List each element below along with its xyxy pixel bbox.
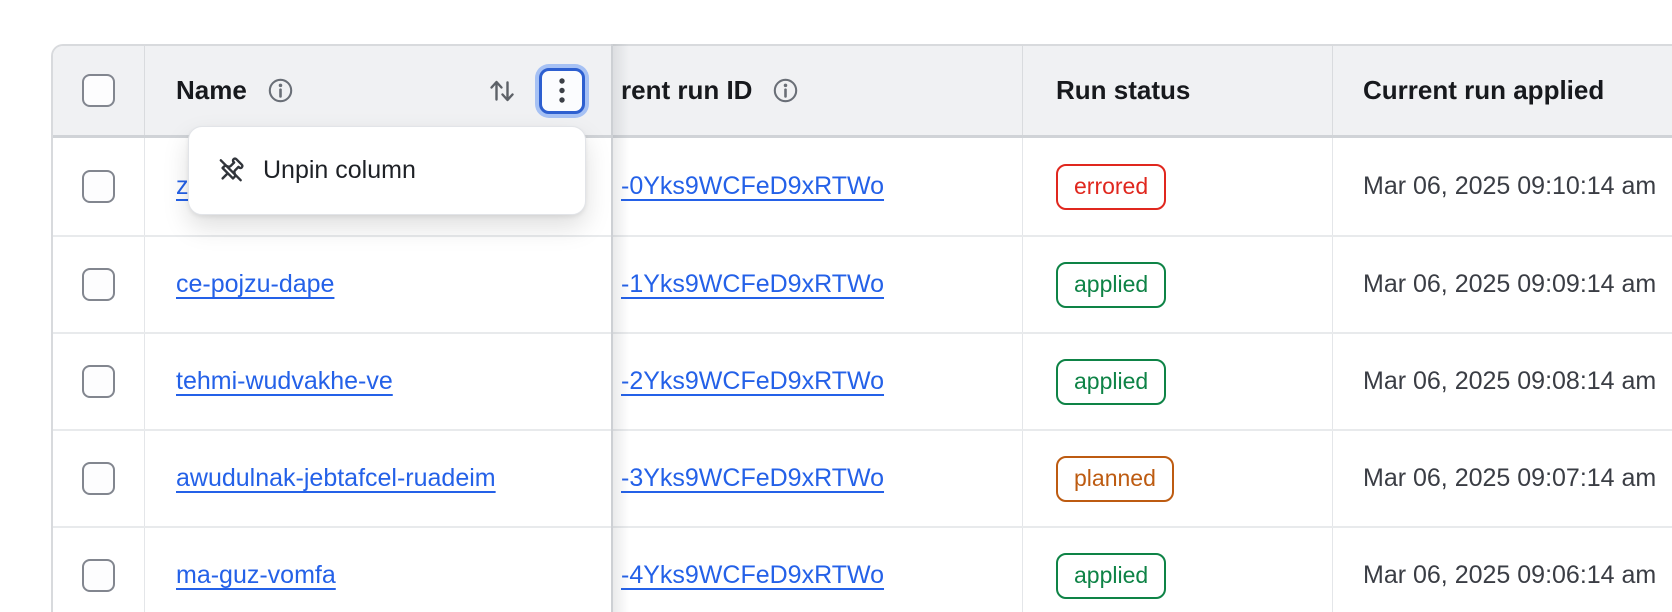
table-row: ce-pojzu-dape -1Yks9WCFeD9xRTWo applied … xyxy=(53,235,1672,332)
column-header-current-run-applied: Current run applied xyxy=(1332,46,1672,135)
current-run-applied-timestamp: Mar 06, 2025 09:10:14 am xyxy=(1363,172,1656,201)
workspaces-table-screen: Name xyxy=(0,0,1672,612)
run-status-badge: applied xyxy=(1056,359,1166,405)
current-run-applied-column-label: Current run applied xyxy=(1363,75,1604,106)
kebab-menu-icon xyxy=(557,76,567,106)
run-id-link[interactable]: -0Yks9WCFeD9xRTWo xyxy=(621,172,884,201)
table-row: tehmi-wudvakhe-ve -2Yks9WCFeD9xRTWo appl… xyxy=(53,332,1672,429)
column-header-name: Name xyxy=(144,46,612,135)
unpin-icon xyxy=(215,155,246,186)
run-id-link[interactable]: -2Yks9WCFeD9xRTWo xyxy=(621,367,884,396)
sort-arrows-icon[interactable] xyxy=(488,76,516,106)
run-status-column-label: Run status xyxy=(1056,75,1190,106)
select-all-checkbox[interactable] xyxy=(82,74,115,107)
table-row: awudulnak-jebtafcel-ruadeim -3Yks9WCFeD9… xyxy=(53,429,1672,526)
row-checkbox[interactable] xyxy=(82,559,115,592)
row-checkbox[interactable] xyxy=(82,268,115,301)
workspace-name-link[interactable]: ma-guz-vomfa xyxy=(176,561,336,590)
table-row: ma-guz-vomfa -4Yks9WCFeD9xRTWo applied M… xyxy=(53,526,1672,612)
workspace-name-link[interactable]: z xyxy=(176,172,189,201)
run-status-badge: applied xyxy=(1056,553,1166,599)
run-status-badge: planned xyxy=(1056,456,1174,502)
unpin-column-label: Unpin column xyxy=(263,156,416,185)
row-checkbox[interactable] xyxy=(82,170,115,203)
current-run-applied-timestamp: Mar 06, 2025 09:08:14 am xyxy=(1363,367,1656,396)
row-checkbox[interactable] xyxy=(82,462,115,495)
current-run-id-column-label: rent run ID xyxy=(621,75,752,106)
header-select-cell xyxy=(53,46,144,135)
unpin-column-menu-item[interactable]: Unpin column xyxy=(215,155,416,186)
table-header-row: Name xyxy=(53,46,1672,138)
workspace-name-link[interactable]: ce-pojzu-dape xyxy=(176,270,334,299)
run-id-link[interactable]: -3Yks9WCFeD9xRTWo xyxy=(621,464,884,493)
row-checkbox[interactable] xyxy=(82,365,115,398)
column-menu-button[interactable] xyxy=(539,68,585,114)
run-status-badge: errored xyxy=(1056,164,1166,210)
name-column-label: Name xyxy=(176,75,247,106)
column-header-run-status: Run status xyxy=(1022,46,1332,135)
workspace-name-link[interactable]: tehmi-wudvakhe-ve xyxy=(176,367,393,396)
column-context-menu: Unpin column xyxy=(188,126,586,215)
run-id-link[interactable]: -4Yks9WCFeD9xRTWo xyxy=(621,561,884,590)
current-run-applied-timestamp: Mar 06, 2025 09:07:14 am xyxy=(1363,464,1656,493)
current-run-applied-timestamp: Mar 06, 2025 09:09:14 am xyxy=(1363,270,1656,299)
info-icon[interactable] xyxy=(267,77,294,104)
workspace-name-link[interactable]: awudulnak-jebtafcel-ruadeim xyxy=(176,464,496,493)
run-id-link[interactable]: -1Yks9WCFeD9xRTWo xyxy=(621,270,884,299)
info-icon[interactable] xyxy=(772,77,799,104)
run-status-badge: applied xyxy=(1056,262,1166,308)
column-header-current-run-id: rent run ID xyxy=(612,46,1022,135)
current-run-applied-timestamp: Mar 06, 2025 09:06:14 am xyxy=(1363,561,1656,590)
